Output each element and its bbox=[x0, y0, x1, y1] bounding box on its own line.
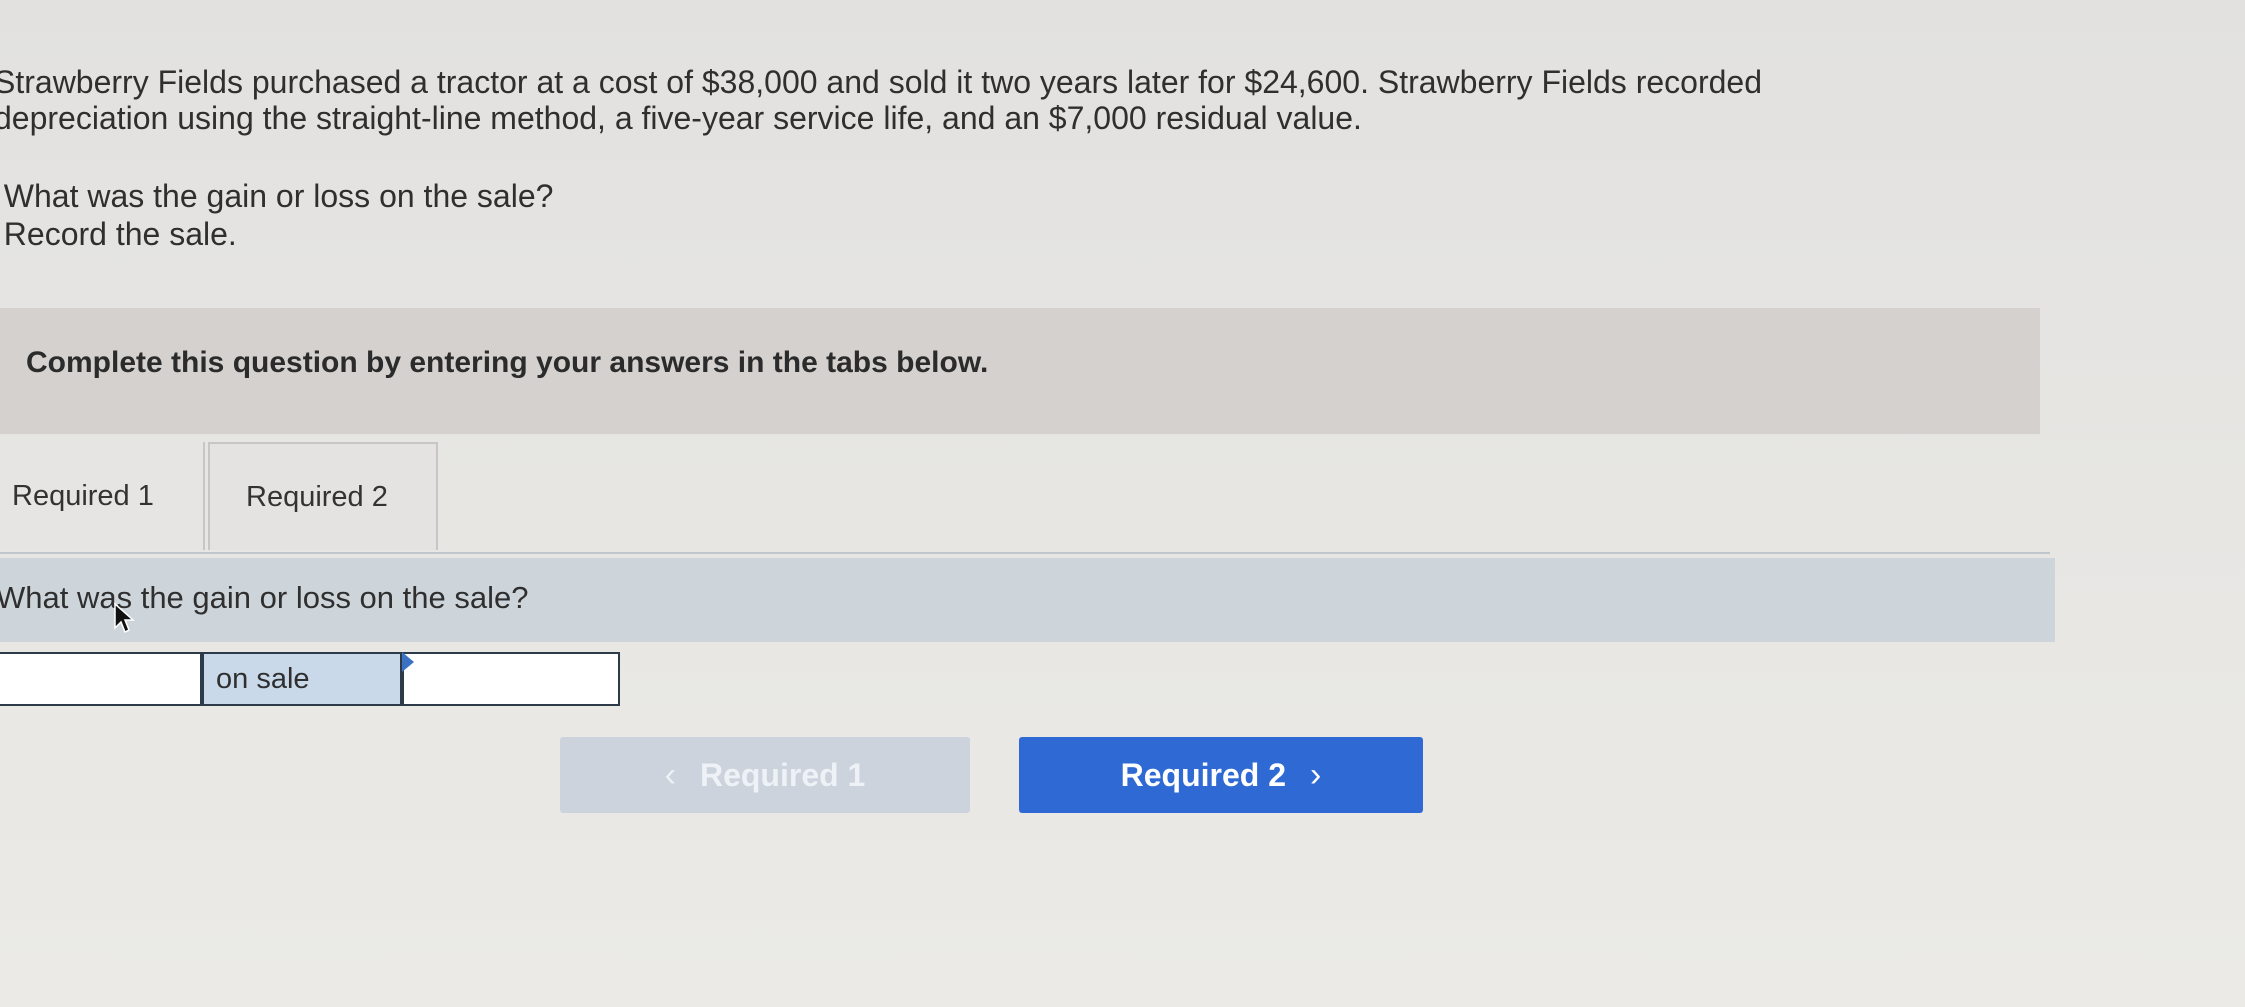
question-text: What was the gain or loss on the sale? bbox=[0, 580, 529, 615]
prev-button-label: Required 1 bbox=[699, 756, 866, 793]
gain-loss-select[interactable] bbox=[0, 652, 202, 706]
instruction-banner: Complete this question by entering your … bbox=[0, 308, 2040, 434]
amount-input[interactable] bbox=[402, 652, 620, 706]
tab-bar: Required 1 Required 2 bbox=[0, 442, 2050, 554]
requirement-2: . Record the sale. bbox=[0, 216, 237, 252]
answer-label: on sale bbox=[202, 652, 402, 706]
tab-required-2[interactable]: Required 2 bbox=[208, 442, 438, 550]
next-button-label: Required 2 bbox=[1120, 756, 1287, 793]
problem-line-1: Strawberry Fields purchased a tractor at… bbox=[0, 64, 1762, 100]
problem-line-2: depreciation using the straight-line met… bbox=[0, 100, 1362, 136]
tab-required-2-label: Required 2 bbox=[246, 480, 388, 513]
requirement-1: . What was the gain or loss on the sale? bbox=[0, 178, 554, 214]
prev-button[interactable]: ‹ Required 1 bbox=[560, 737, 970, 813]
chevron-left-icon: ‹ bbox=[664, 755, 676, 794]
question-banner: What was the gain or loss on the sale? bbox=[0, 558, 2055, 642]
answer-label-text: on sale bbox=[216, 662, 310, 695]
next-button[interactable]: Required 2 › bbox=[1019, 737, 1423, 813]
instruction-text: Complete this question by entering your … bbox=[26, 346, 989, 379]
chevron-right-icon: › bbox=[1310, 755, 1322, 794]
requirements-list: . What was the gain or loss on the sale?… bbox=[0, 177, 553, 253]
problem-statement: Strawberry Fields purchased a tractor at… bbox=[0, 64, 2094, 136]
tab-required-1-label: Required 1 bbox=[12, 479, 154, 512]
input-marker-icon bbox=[402, 652, 414, 672]
tab-required-1[interactable]: Required 1 bbox=[0, 442, 205, 550]
